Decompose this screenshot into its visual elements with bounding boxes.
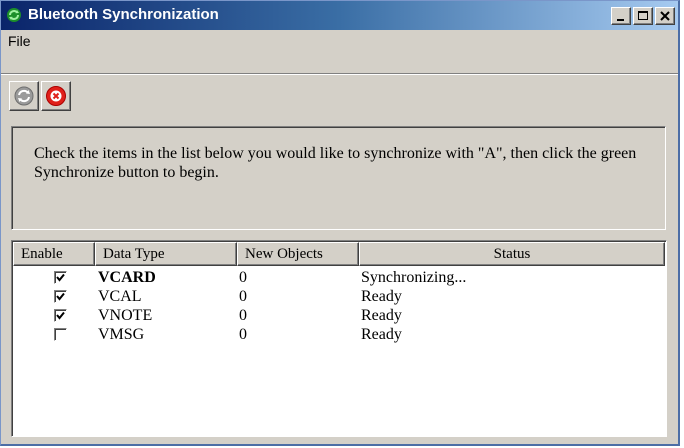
table-row[interactable]: VMSG 0 Ready [13,326,653,345]
new-objects-cell: 0 [239,326,247,343]
table-row[interactable]: VNOTE 0 Ready [13,307,653,326]
menu-bar: File [1,31,678,51]
data-type-cell: VNOTE [98,307,153,324]
app-sync-icon [6,7,22,23]
enable-checkbox-vmsg[interactable] [54,328,67,341]
window-title: Bluetooth Synchronization [28,6,219,23]
data-type-cell: VMSG [98,326,145,343]
data-type-list[interactable]: Enable Data Type New Objects Status VCAR… [11,240,667,437]
sync-arrows-icon [14,86,34,106]
toolbar-divider [1,73,678,75]
new-objects-cell: 0 [239,307,247,324]
synchronize-button[interactable] [9,81,39,111]
checkmark-icon [56,311,65,320]
title-bar[interactable]: Bluetooth Synchronization [1,1,678,30]
table-row[interactable]: VCAL 0 Ready [13,288,653,307]
column-header-data-type[interactable]: Data Type [95,242,237,266]
stop-button[interactable] [41,81,71,111]
checkmark-icon [56,292,65,301]
toolbar [9,81,73,113]
bluetooth-sync-window: Bluetooth Synchronization File Check the… [0,0,680,446]
enable-checkbox-vcal[interactable] [54,290,67,303]
status-cell: Ready [361,288,402,305]
data-type-cell: VCARD [98,269,156,286]
enable-checkbox-vcard[interactable] [54,271,67,284]
close-button[interactable] [655,7,675,25]
instructions-text: Check the items in the list below you wo… [34,145,637,181]
stop-x-icon [46,86,66,106]
menu-file[interactable]: File [8,33,31,49]
table-row[interactable]: VCARD 0 Synchronizing... [13,269,653,288]
column-header-enable[interactable]: Enable [13,242,95,266]
column-header-status[interactable]: Status [359,242,665,266]
checkmark-icon [56,273,65,282]
enable-checkbox-vnote[interactable] [54,309,67,322]
new-objects-cell: 0 [239,269,247,286]
new-objects-cell: 0 [239,288,247,305]
maximize-button[interactable] [633,7,653,25]
instructions-panel: Check the items in the list below you wo… [11,126,666,230]
minimize-button[interactable] [611,7,631,25]
status-cell: Ready [361,326,402,343]
data-type-cell: VCAL [98,288,142,305]
status-cell: Ready [361,307,402,324]
caption-buttons [609,7,675,25]
status-cell: Synchronizing... [361,269,467,286]
column-header-new-objects[interactable]: New Objects [237,242,359,266]
